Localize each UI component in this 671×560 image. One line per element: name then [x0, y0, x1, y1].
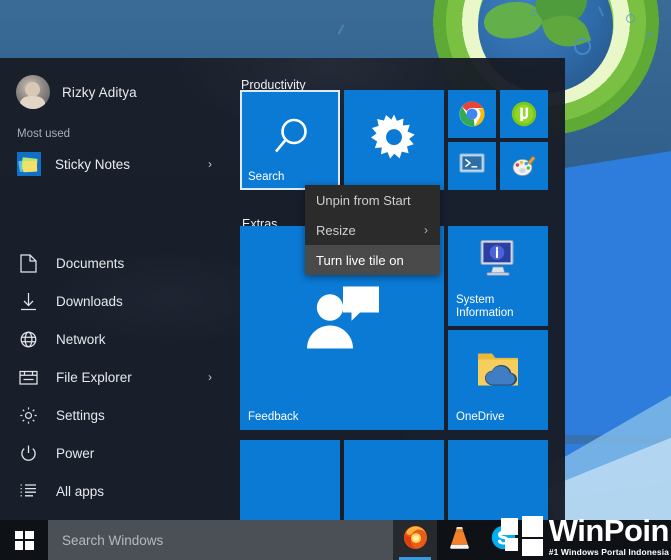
system-info-icon	[476, 239, 520, 286]
watermark-subtitle: #1 Windows Portal Indonesia	[548, 546, 669, 557]
folder-explorer-icon	[18, 367, 39, 388]
network-globe-icon	[18, 329, 39, 350]
sidebar-item-downloads[interactable]: Downloads	[0, 282, 228, 320]
tile-system-information[interactable]: System Information	[448, 226, 548, 326]
search-input[interactable]: Search Windows	[62, 533, 163, 548]
start-menu-places-list: Documents Downloads Network File Explore…	[0, 244, 228, 510]
sidebar-item-label: Documents	[56, 255, 125, 271]
context-menu-item-turn-live-tile-on[interactable]: Turn live tile on	[305, 245, 440, 275]
tile-label: Search	[248, 170, 285, 183]
wallpaper-bubble-icon	[574, 38, 591, 55]
tile-label: System Information	[456, 293, 514, 319]
tile-onedrive[interactable]: OneDrive	[448, 330, 548, 430]
sidebar-item-documents[interactable]: Documents	[0, 244, 228, 282]
sidebar-item-label: Power	[56, 445, 95, 461]
start-menu-left-rail: Rizky Aditya Most used Sticky Notes › Do…	[0, 58, 228, 520]
magnifier-icon	[266, 114, 314, 167]
tile-google-chrome[interactable]	[448, 90, 496, 138]
watermark-title: WinPoin	[548, 512, 670, 548]
sidebar-item-power[interactable]: Power	[0, 434, 228, 472]
tile-label: OneDrive	[456, 410, 505, 423]
sidebar-item-label: Downloads	[56, 293, 123, 309]
windows-logo-icon	[14, 530, 34, 550]
tile-context-menu: Unpin from Start Resize › Turn live tile…	[305, 185, 440, 275]
sidebar-item-label: Network	[56, 331, 106, 347]
wallpaper-bubble-icon	[626, 14, 635, 23]
sidebar-item-label: File Explorer	[56, 369, 132, 385]
start-button[interactable]	[0, 520, 48, 560]
power-icon	[18, 443, 39, 464]
context-menu-item-unpin-from-start[interactable]: Unpin from Start	[305, 185, 440, 215]
sidebar-item-label: All apps	[56, 483, 105, 499]
chevron-right-icon: ›	[208, 157, 212, 171]
winpoin-watermark: WinPoin #1 Windows Portal Indonesia	[500, 512, 671, 557]
chevron-right-icon: ›	[424, 223, 428, 237]
feedback-person-icon	[303, 285, 381, 356]
firefox-icon	[403, 525, 428, 555]
onedrive-folder-icon	[475, 350, 521, 395]
sidebar-item-settings[interactable]: Settings	[0, 396, 228, 434]
start-menu: Rizky Aditya Most used Sticky Notes › Do…	[0, 58, 565, 540]
user-name: Rizky Aditya	[62, 84, 137, 100]
gear-icon	[18, 405, 39, 426]
sticky-notes-icon	[17, 152, 41, 176]
chevron-right-icon: ›	[208, 370, 212, 384]
paint-icon	[511, 153, 537, 179]
most-used-item-sticky-notes[interactable]: Sticky Notes ›	[0, 146, 228, 182]
user-account-row[interactable]: Rizky Aditya	[0, 58, 228, 110]
tile-label: Feedback	[248, 410, 299, 423]
avatar[interactable]	[16, 75, 50, 109]
tile-paint[interactable]	[500, 142, 548, 190]
context-menu-item-resize[interactable]: Resize ›	[305, 215, 440, 245]
wallpaper-bubble-icon	[531, 10, 537, 16]
context-menu-item-label: Resize	[316, 222, 356, 238]
download-arrow-icon	[18, 291, 39, 312]
sidebar-item-network[interactable]: Network	[0, 320, 228, 358]
utorrent-icon	[511, 101, 537, 127]
taskbar-search-box[interactable]: Search Windows	[48, 520, 393, 560]
list-icon	[18, 481, 39, 502]
tile-powershell-ise[interactable]	[448, 142, 496, 190]
context-menu-item-label: Turn live tile on	[316, 252, 404, 268]
winpoin-watermark-text: WinPoin #1 Windows Portal Indonesia	[548, 512, 670, 557]
gear-icon	[371, 114, 417, 166]
context-menu-item-label: Unpin from Start	[316, 192, 411, 208]
sidebar-item-file-explorer[interactable]: File Explorer ›	[0, 358, 228, 396]
powershell-ise-icon	[459, 153, 485, 179]
document-icon	[18, 253, 39, 274]
taskbar-app-firefox[interactable]	[393, 520, 437, 560]
chrome-icon	[459, 101, 485, 127]
tile-settings[interactable]	[344, 90, 444, 190]
vlc-cone-icon	[448, 525, 471, 555]
taskbar-app-vlc[interactable]	[437, 520, 481, 560]
tile-search[interactable]: Search	[240, 90, 340, 190]
sidebar-item-all-apps[interactable]: All apps	[0, 472, 228, 510]
tile-utorrent[interactable]	[500, 90, 548, 138]
sidebar-item-label: Settings	[56, 407, 105, 423]
most-used-item-label: Sticky Notes	[55, 156, 131, 172]
most-used-section-label: Most used	[17, 128, 71, 140]
winpoin-squares-logo-icon	[500, 516, 543, 556]
start-menu-tiles-area: Productivity Search Extras Feedback Syst…	[228, 58, 565, 540]
